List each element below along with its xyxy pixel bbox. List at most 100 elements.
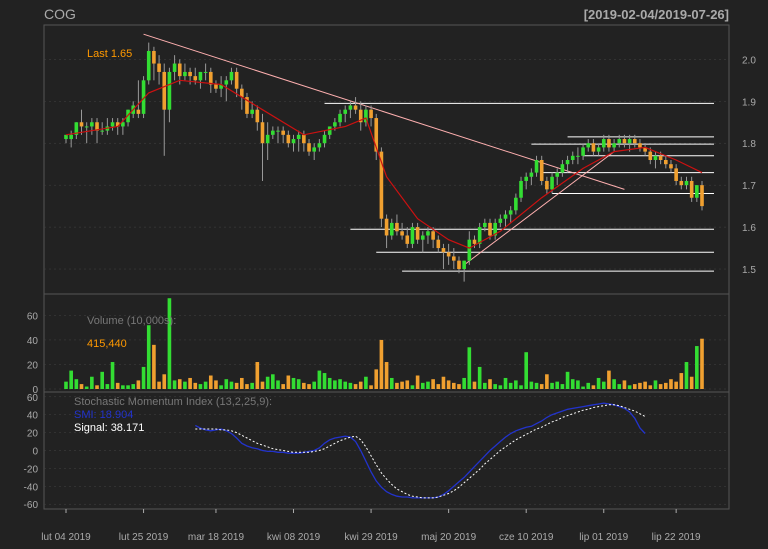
candle-body	[570, 155, 575, 160]
volume-tick-label: 20	[27, 360, 39, 371]
volume-bar	[302, 382, 306, 389]
volume-bar	[69, 370, 73, 389]
x-tick-label: maj 20 2019	[421, 532, 476, 543]
volume-bar	[219, 385, 223, 389]
volume-bar	[560, 384, 565, 389]
candle-body	[90, 122, 94, 127]
volume-bar	[658, 384, 663, 389]
candle-body	[224, 80, 229, 85]
candle-body	[555, 172, 560, 177]
candle-body	[405, 235, 410, 244]
candle-body	[307, 143, 311, 152]
candle-body	[281, 130, 285, 135]
volume-bar	[84, 386, 89, 389]
candle-body	[669, 164, 673, 169]
candle-body	[653, 155, 658, 160]
volume-bar	[183, 381, 187, 389]
volume-bar	[374, 369, 379, 389]
volume-bar	[669, 379, 673, 389]
volume-bar	[436, 384, 441, 389]
volume-bar	[410, 385, 415, 389]
volume-bar	[126, 385, 130, 389]
candle-body	[193, 76, 198, 81]
candle-body	[674, 168, 678, 181]
volume-tick-label: 60	[27, 311, 39, 322]
candle-body	[436, 239, 441, 249]
candle-body	[183, 71, 187, 77]
volume-bar	[307, 384, 311, 389]
candle-body	[188, 71, 192, 77]
volume-bar	[296, 379, 301, 389]
volume-bar	[327, 377, 332, 389]
candle-body	[684, 180, 689, 186]
candle-body	[586, 143, 591, 148]
candle-body	[663, 160, 668, 165]
candle-body	[451, 256, 456, 261]
candle-body	[317, 143, 322, 148]
volume-bar	[177, 379, 182, 389]
volume-bar	[214, 380, 218, 389]
candle-body	[400, 231, 404, 236]
candle-body	[539, 160, 544, 181]
volume-bar	[389, 377, 394, 389]
volume-bar	[395, 382, 399, 389]
volume-bar	[281, 384, 285, 389]
volume-bar	[239, 377, 244, 389]
candle-body	[601, 139, 606, 148]
volume-value: 415,440	[87, 338, 127, 350]
candle-body	[607, 139, 611, 148]
x-tick-label: mar 18 2019	[188, 532, 245, 543]
candle-body	[420, 235, 425, 240]
volume-bar	[524, 352, 529, 389]
price-tick-label: 1.6	[742, 223, 756, 234]
volume-bar	[260, 381, 265, 389]
candle-body	[343, 109, 348, 114]
volume-bar	[607, 370, 611, 389]
candle-body	[503, 214, 508, 219]
volume-bar	[255, 362, 260, 389]
candle-body	[234, 71, 239, 89]
volume-bar	[348, 382, 353, 389]
candle-body	[524, 176, 529, 181]
candle-body	[441, 248, 446, 253]
volume-bar	[431, 379, 435, 389]
price-tick-label: 1.9	[742, 97, 756, 108]
candle-body	[286, 134, 291, 144]
volume-bar	[286, 375, 291, 389]
volume-bar	[674, 381, 678, 389]
x-tick-label: kwi 08 2019	[267, 532, 321, 543]
volume-bar	[276, 380, 280, 389]
volume-bar	[627, 385, 632, 389]
volume-bar	[95, 385, 99, 389]
volume-bar	[420, 382, 425, 389]
volume-bar	[663, 382, 668, 389]
volume-bar	[136, 380, 141, 389]
candle-body	[348, 105, 353, 110]
candle-body	[658, 155, 663, 160]
volume-bar	[441, 376, 446, 389]
volume-bar	[503, 377, 508, 389]
candle-body	[255, 109, 260, 123]
candle-body	[338, 113, 342, 123]
candle-body	[152, 50, 156, 64]
candle-body	[679, 180, 684, 186]
candle-body	[565, 160, 570, 165]
volume-bar	[203, 381, 208, 389]
candle-body	[545, 180, 549, 190]
x-tick-label: kwi 29 2019	[344, 532, 398, 543]
volume-bar	[90, 376, 94, 389]
candle-body	[519, 180, 523, 198]
candle-body	[271, 130, 275, 135]
price-tick-label: 1.5	[742, 265, 756, 276]
candle-body	[84, 126, 89, 128]
volume-bar	[534, 382, 539, 389]
symbol-title: COG	[44, 6, 76, 22]
price-tick-label: 1.7	[742, 181, 756, 192]
candle-body	[389, 222, 394, 236]
volume-bar	[596, 377, 601, 389]
volume-bar	[632, 384, 637, 389]
candle-body	[596, 147, 601, 152]
volume-bar	[343, 381, 348, 389]
price-tick-label: 2.0	[742, 55, 756, 66]
candle-body	[488, 222, 492, 236]
